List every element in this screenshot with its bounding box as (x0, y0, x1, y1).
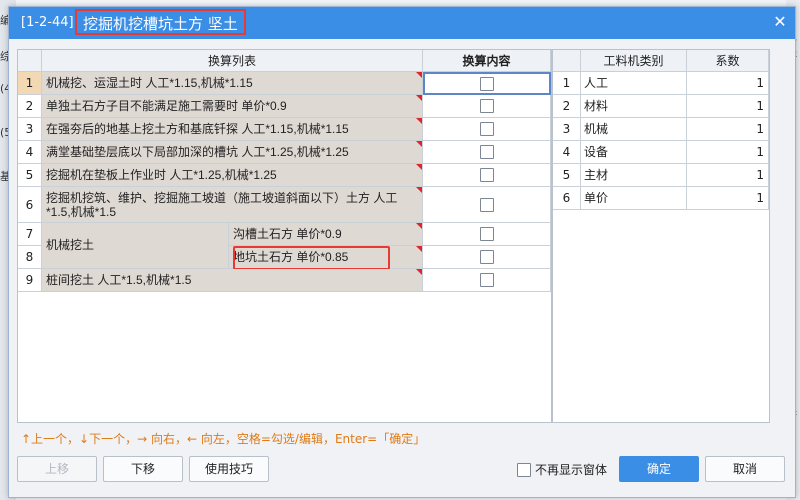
conversion-checkbox-cell[interactable] (423, 95, 551, 118)
no-show-label: 不再显示窗体 (535, 463, 608, 477)
move-down-button[interactable]: 下移 (103, 456, 183, 482)
note-marker-icon (416, 223, 422, 229)
header-conversion-content: 换算内容 (423, 50, 551, 72)
coefficient-cell[interactable]: 1 (687, 164, 769, 187)
keyboard-hint: ↑上一个，↓下一个，→ 向右，← 向左，空格=勾选/编辑，Enter=「确定」 (21, 432, 426, 446)
conversion-item[interactable]: 挖掘机挖筑、维护、挖掘施工坡道（施工坡道斜面以下）土方 人工*1.5,机械*1.… (42, 187, 423, 223)
note-marker-icon (416, 246, 422, 252)
conversion-checkbox-cell[interactable] (423, 187, 551, 223)
note-marker-icon (416, 187, 422, 193)
conversion-checkbox-cell[interactable] (423, 72, 551, 95)
conversion-item[interactable]: 机械挖、运湿土时 人工*1.15,机械*1.15 (42, 72, 423, 95)
checkbox[interactable] (479, 145, 494, 159)
header-coefficient: 系数 (687, 50, 769, 72)
usage-tips-button[interactable]: 使用技巧 (189, 456, 269, 482)
conversion-checkbox-cell[interactable] (423, 223, 551, 246)
no-show-checkbox[interactable] (517, 462, 531, 477)
conversion-item-text: 挖掘机挖筑、维护、挖掘施工坡道（施工坡道斜面以下）土方 人工*1.5,机械*1.… (46, 190, 398, 219)
material-type: 主材 (581, 164, 687, 187)
coefficient-cell[interactable]: 1 (687, 95, 769, 118)
conversion-item-text: 桩间挖土 人工*1.5,机械*1.5 (46, 272, 192, 287)
conversion-item[interactable]: 桩间挖土 人工*1.5,机械*1.5 (42, 269, 423, 292)
conversion-item-text: 满堂基础垫层底以下局部加深的槽坑 人工*1.25,机械*1.25 (46, 144, 349, 159)
conversion-item-text: 单独土石方子目不能满足施工需要时 单价*0.9 (46, 98, 287, 113)
cancel-button[interactable]: 取消 (705, 456, 785, 482)
checkbox[interactable] (479, 99, 494, 113)
row-number: 9 (18, 269, 42, 292)
no-show-option[interactable]: 不再显示窗体 (517, 461, 607, 478)
header-rownum (553, 50, 581, 72)
note-marker-icon (416, 164, 422, 170)
checkbox[interactable] (479, 273, 494, 287)
row-number: 2 (18, 95, 42, 118)
conversion-item[interactable]: 在强夯后的地基上挖土方和基底钎探 人工*1.15,机械*1.15 (42, 118, 423, 141)
note-marker-icon (416, 141, 422, 147)
row-number: 3 (553, 118, 581, 141)
row-number: 2 (553, 95, 581, 118)
conversion-item[interactable]: 沟槽土石方 单价*0.9 (229, 223, 423, 246)
conversion-dialog: [1-2-44] 挖掘机挖槽坑土方 坚土 ✕ 换算列表 换算内容 1 机械挖、运… (8, 6, 796, 498)
coefficient-cell[interactable]: 1 (687, 187, 769, 210)
conversion-checkbox-cell[interactable] (423, 141, 551, 164)
checkbox[interactable] (480, 76, 494, 91)
conversion-item-text: 在强夯后的地基上挖土方和基底钎探 人工*1.15,机械*1.15 (46, 121, 349, 136)
row-number: 5 (553, 164, 581, 187)
conversion-list-table: 换算列表 换算内容 1 机械挖、运湿土时 人工*1.15,机械*1.15 2 单… (17, 49, 552, 423)
conversion-item-text: 机械挖、运湿土时 人工*1.15,机械*1.15 (46, 75, 253, 90)
material-type: 材料 (581, 95, 687, 118)
merged-group-label: 机械挖土 (42, 223, 229, 269)
material-type: 机械 (581, 118, 687, 141)
conversion-item-text: 沟槽土石方 单价*0.9 (233, 226, 342, 241)
coefficient-cell[interactable]: 1 (687, 141, 769, 164)
row-number: 4 (553, 141, 581, 164)
row-number: 6 (18, 187, 42, 223)
note-marker-icon (416, 118, 422, 124)
material-coefficient-table: 工料机类别 系数 1 人工 1 2 材料 1 3 机械 1 4 设备 1 5 主… (552, 49, 770, 423)
conversion-checkbox-cell[interactable] (423, 164, 551, 187)
ok-button[interactable]: 确定 (619, 456, 699, 482)
checkbox[interactable] (479, 250, 494, 264)
material-type: 单价 (581, 187, 687, 210)
row-number: 3 (18, 118, 42, 141)
dialog-title: 挖掘机挖槽坑土方 坚土 (75, 9, 246, 35)
header-conversion-list: 换算列表 (42, 50, 423, 72)
row-number: 6 (553, 187, 581, 210)
conversion-checkbox-cell[interactable] (423, 269, 551, 292)
coefficient-cell[interactable]: 1 (687, 72, 769, 95)
row-number: 5 (18, 164, 42, 187)
row-number: 7 (18, 223, 42, 246)
note-marker-icon (416, 269, 422, 275)
header-material-type: 工料机类别 (581, 50, 687, 72)
conversion-item[interactable]: 满堂基础垫层底以下局部加深的槽坑 人工*1.25,机械*1.25 (42, 141, 423, 164)
conversion-item[interactable]: 挖掘机在垫板上作业时 人工*1.25,机械*1.25 (42, 164, 423, 187)
conversion-checkbox-cell[interactable] (423, 118, 551, 141)
highlight-box (233, 246, 390, 270)
row-number: 1 (18, 72, 42, 95)
conversion-item[interactable]: 单独土石方子目不能满足施工需要时 单价*0.9 (42, 95, 423, 118)
conversion-checkbox-cell[interactable] (423, 246, 551, 269)
move-up-button[interactable]: 上移 (17, 456, 97, 482)
row-number: 8 (18, 246, 42, 269)
conversion-item-text: 挖掘机在垫板上作业时 人工*1.25,机械*1.25 (46, 167, 277, 182)
material-type: 人工 (581, 72, 687, 95)
note-marker-icon (416, 72, 422, 78)
note-marker-icon (416, 95, 422, 101)
checkbox[interactable] (479, 122, 494, 136)
checkbox[interactable] (479, 168, 494, 182)
header-rownum (18, 50, 42, 72)
close-icon[interactable]: ✕ (771, 13, 789, 31)
row-number: 1 (553, 72, 581, 95)
dialog-code: [1-2-44] (21, 15, 74, 30)
row-number: 4 (18, 141, 42, 164)
checkbox[interactable] (479, 227, 494, 241)
dialog-title-bar: [1-2-44] 挖掘机挖槽坑土方 坚土 ✕ (9, 7, 795, 39)
material-type: 设备 (581, 141, 687, 164)
checkbox[interactable] (479, 197, 494, 212)
coefficient-cell[interactable]: 1 (687, 118, 769, 141)
